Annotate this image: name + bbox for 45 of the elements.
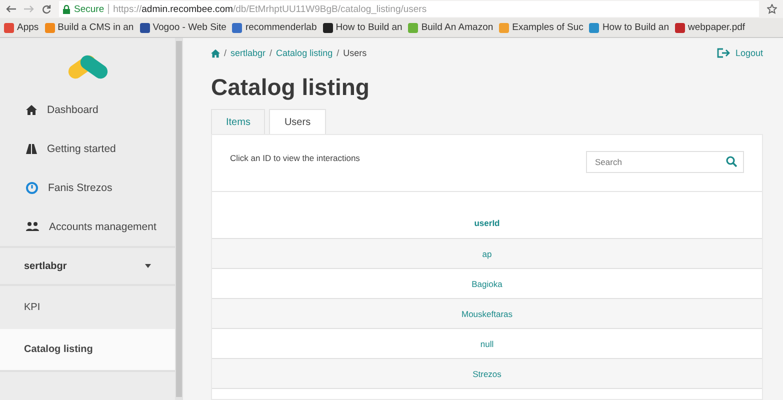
user-id-link[interactable]: ap — [212, 239, 762, 269]
nav-item[interactable]: KPI — [0, 286, 175, 329]
address-bar[interactable]: Secure https://admin.recombee.com/db/EtMrhptUU11W9BgB/catalog_listing/users — [59, 1, 759, 17]
home-icon — [211, 48, 220, 58]
breadcrumb-link[interactable]: Users — [343, 48, 367, 58]
road-icon — [26, 144, 37, 154]
bookmark-link[interactable]: Vogoo - Web Site — [152, 22, 226, 33]
nav-item[interactable]: Getting started — [0, 129, 175, 168]
bookmark-link[interactable]: How to Build an — [336, 22, 402, 33]
power-icon — [26, 182, 38, 194]
lock-icon — [63, 4, 70, 14]
page-title: Catalog listing — [211, 74, 370, 101]
user-id-link[interactable]: Strezos — [212, 359, 762, 389]
breadcrumb-link[interactable]: Catalog listing — [276, 48, 333, 58]
breadcrumb-link[interactable]: sertlabgr — [230, 48, 266, 58]
breadcrumb-separator: / — [336, 48, 340, 58]
bookmark-link[interactable]: webpaper.pdf — [688, 22, 746, 33]
home-icon — [26, 104, 37, 114]
hint-text: Click an ID to view the interactions — [230, 153, 360, 163]
bookmark-link[interactable]: recommenderlab — [245, 22, 317, 33]
users-icon — [26, 222, 39, 231]
logout-icon — [717, 48, 730, 58]
tab[interactable]: Users — [269, 109, 326, 135]
bookmark-link[interactable]: How to Build an — [602, 22, 669, 33]
nav-item[interactable]: Catalog listing — [0, 329, 175, 372]
bookmark-link[interactable]: Build a CMS in an — [58, 22, 134, 33]
tab[interactable]: Items — [211, 109, 266, 135]
logout-link[interactable]: Logout — [717, 48, 763, 58]
search-field[interactable]: Search — [586, 151, 744, 173]
breadcrumb-separator: / — [270, 48, 272, 58]
nav-item[interactable]: Fanis Strezos — [0, 168, 175, 207]
secure-label: Secure — [74, 4, 104, 14]
search-icon — [726, 156, 737, 167]
bookmark-link[interactable]: Apps — [17, 22, 39, 33]
nav-item[interactable]: Accounts management — [0, 207, 175, 246]
star-icon[interactable] — [767, 4, 777, 14]
back-icon[interactable] — [6, 5, 16, 13]
reload-icon[interactable] — [42, 4, 51, 14]
nav-item[interactable]: Dashboard — [0, 90, 175, 129]
user-id-link[interactable]: Mouskeftaras — [212, 299, 762, 329]
divider-icon — [108, 4, 110, 14]
breadcrumb-separator: / — [224, 48, 227, 58]
bookmark-link[interactable]: Build An Amazon — [421, 22, 494, 33]
bookmark-link[interactable]: Examples of Suc — [512, 22, 584, 33]
url-text: https://admin.recombee.com/db/EtMrhptUU11W9BgB/catalog_listing/users — [113, 4, 427, 14]
